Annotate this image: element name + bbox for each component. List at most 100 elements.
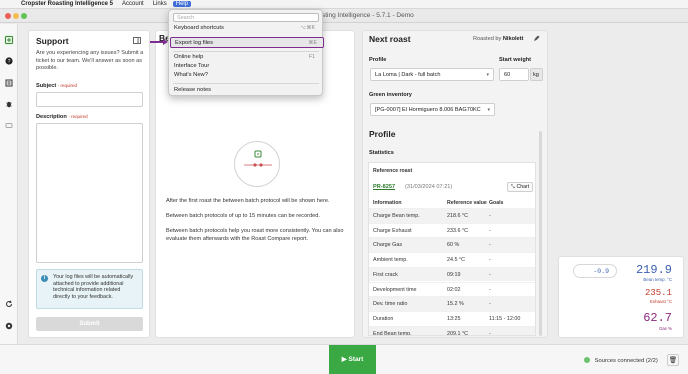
chat-icon[interactable] [4,121,14,131]
menu-item-export-log-files[interactable]: Export log files ⌘E [170,37,324,48]
green-inventory-select[interactable]: [PG-0007] El Hormiguero 8.006 BAG70KC ▾ [370,103,495,116]
statistics-label: Statistics [369,150,394,156]
trash-icon[interactable]: 🗑 [667,354,679,366]
start-button[interactable]: ▶ Start [329,345,376,374]
profile-value: La Loma | Dark - full batch [375,72,441,78]
table-cell-goal: - [489,227,491,234]
menu-item-online-help[interactable]: Online help F1 [174,54,318,60]
table-cell-info: Charge Bean temp. [373,213,420,219]
description-required: - required [68,113,88,119]
support-intro: Are you experiencing any issues? Submit … [36,50,144,71]
green-inventory-value: [PG-0007] El Hormiguero 8.006 BAG70KC [375,107,481,113]
close-window-button[interactable] [5,13,11,19]
table-row: First crack 09:19 - [369,266,535,282]
sources-text: Sources connected (2/2) [594,358,658,364]
table-cell-value: 15.2 % [447,301,464,308]
menu-item-whats-new[interactable]: What's New? [174,72,318,78]
edit-pencil-icon[interactable] [533,35,540,44]
table-cell-info: Ambient temp. [373,257,408,264]
table-cell-goal: - [489,271,491,278]
table-row: Development time 02:02 - [369,281,535,297]
between-batch-diagram [234,141,280,187]
table-cell-goal: - [489,301,491,308]
statistics-card: Reference roast PR-8257 (31/03/2024 07:2… [368,162,536,336]
table-cell-value: 09:19 [447,271,461,278]
header-information: Information [373,200,402,206]
subject-label-text: Subject [36,82,57,89]
menu-links[interactable]: Links [153,1,167,7]
description-textarea[interactable] [36,122,143,263]
menu-account[interactable]: Account [122,1,144,7]
support-title: Support [36,36,69,46]
collapse-panel-icon[interactable] [133,37,141,46]
scrollbar[interactable] [539,131,542,336]
window-title: sting Intelligence - 5.7.1 - Demo [322,12,414,19]
exhaust-label: Exhaust °C [649,299,672,304]
subject-input[interactable] [36,91,143,107]
weight-unit: kg [530,68,543,81]
bottom-bar: ▶ Start Sources connected (2/2) 🗑 [0,344,688,374]
reference-roast-date: (31/03/2024 07:21) [405,184,453,190]
next-roast-panel: Next roast Roasted by Nikolett Profile L… [362,30,548,338]
gear-icon[interactable] [4,321,14,331]
menu-item-shortcut: ⌘E [308,40,317,46]
menu-item-shortcut: F1 [308,54,315,60]
start-weight-input[interactable]: 60 [499,68,529,81]
description-label: Description - required [36,114,142,120]
reference-roast-label: Reference roast [373,168,413,174]
table-cell-goal: - [489,242,491,249]
table-row: Duration 13:25 11:15 - 12:00 [369,310,535,326]
app-menu[interactable]: Cropster Roasting Intelligence 5 [21,1,113,7]
roasted-by: Roasted by Nikolett [473,36,523,42]
help-icon[interactable]: ? [4,56,14,66]
menu-item-keyboard-shortcuts[interactable]: Keyboard shortcuts ⌥⌘K [174,25,318,31]
log-info-box: i Your log files will be automatically a… [36,269,143,309]
sync-icon[interactable] [4,299,14,309]
table-cell-info: End Bean temp. [373,330,412,336]
zoom-window-button[interactable] [21,13,27,19]
table-cell-goal: - [489,286,491,293]
between-batch-text-1: After the first roast the between batch … [166,198,330,204]
help-search-input[interactable]: Search [173,13,319,22]
table-cell-info: Development time [373,286,417,293]
table-cell-goal: - [489,257,491,264]
bean-temp-label: Bean temp. °C [643,277,672,282]
minimize-window-button[interactable] [13,13,19,19]
reference-roast-link[interactable]: PR-8257 [373,184,395,190]
menu-item-shortcut: ⌥⌘K [300,25,315,31]
profile-section-title: Profile [369,129,396,139]
gas-label: Gas % [658,326,672,331]
table-row: End Bean temp. 209.1 °C - [369,325,535,336]
ror-readout: -0.9 [573,264,617,278]
live-readouts: -0.9 219.9 Bean temp. °C 235.1 Exhaust °… [558,256,684,338]
menu-separator [173,83,319,84]
exhaust-value: 235.1 [644,288,672,298]
table-cell-info: First crack [373,271,398,278]
menubar: Cropster Roasting Intelligence 5 Account… [0,0,688,9]
profile-label: Profile [369,57,387,63]
chevron-down-icon: ▾ [486,72,489,78]
roaster-name: Nikolett [502,36,524,42]
subject-required: - required [57,82,78,88]
menu-item-interface-tour[interactable]: Interface Tour [174,63,318,69]
menu-item-release-notes[interactable]: Release notes [174,87,318,93]
table-row: Ambient temp. 24.5 °C - [369,252,535,267]
annotation-arrowhead [163,39,168,45]
profile-select[interactable]: La Loma | Dark - full batch ▾ [370,68,494,81]
window-titlebar: sting Intelligence - 5.7.1 - Demo [0,9,688,23]
table-cell-value: 24.5 °C [447,257,466,264]
description-label-text: Description [36,113,67,120]
menu-help[interactable]: Help [172,1,192,7]
menu-item-label: Online help [174,54,204,60]
book-icon[interactable] [4,78,14,88]
menu-item-label: Export log files [175,40,214,46]
chart-icon: ⤡ [510,184,515,190]
roast-icon[interactable] [4,35,14,45]
table-cell-info: Dev. time ratio [373,301,408,308]
chart-button-label: Chart [516,184,530,190]
table-row: Charge Bean temp. 218.6 °C - [369,208,535,223]
submit-button[interactable]: Submit [36,317,143,331]
svg-text:?: ? [8,59,11,65]
chart-button[interactable]: ⤡ Chart [507,182,533,192]
bug-icon[interactable] [4,99,14,109]
